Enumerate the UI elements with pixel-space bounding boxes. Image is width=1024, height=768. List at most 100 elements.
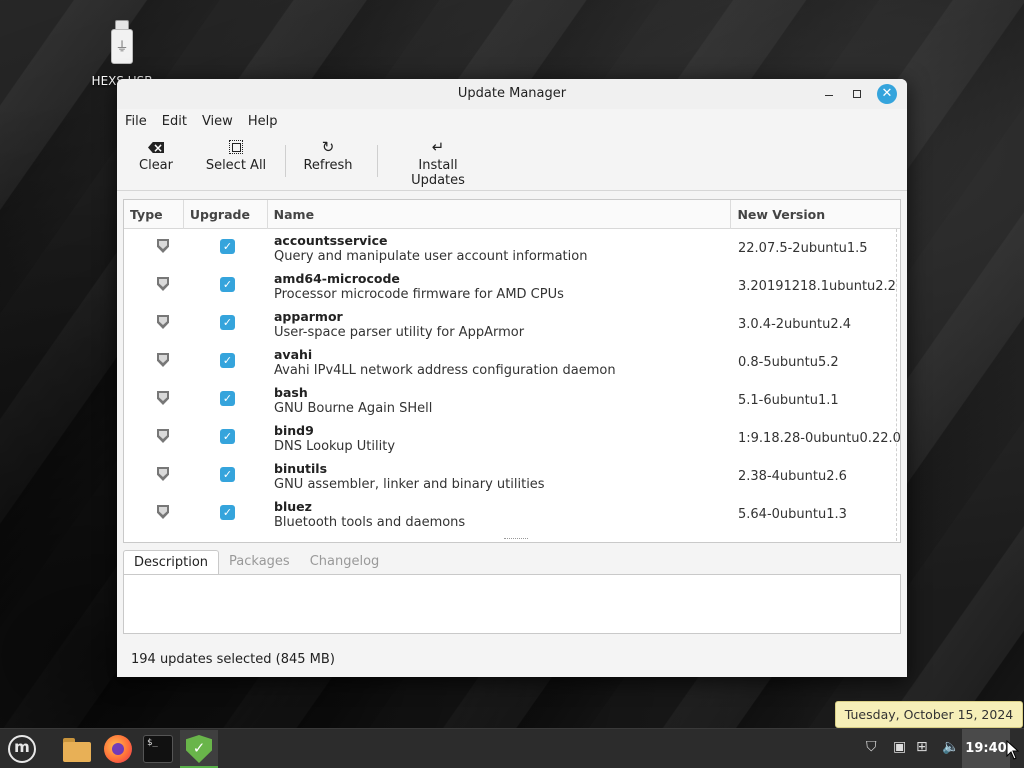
description-panel: [123, 574, 901, 634]
menu-file[interactable]: File: [125, 114, 147, 129]
security-shield-icon: [157, 277, 169, 291]
toolbar-separator: [285, 145, 286, 177]
package-version: 0.8-5ubuntu5.2: [738, 355, 839, 370]
package-name: bind9: [274, 423, 314, 438]
table-header: Type Upgrade Name New Version: [124, 200, 900, 229]
tab-changelog[interactable]: Changelog: [300, 550, 390, 575]
pane-resize-handle[interactable]: [504, 538, 528, 541]
backspace-icon: [148, 142, 164, 153]
select-all-label: Select All: [205, 158, 267, 173]
select-all-button[interactable]: Select All: [205, 137, 267, 173]
titlebar[interactable]: Update Manager ✕: [117, 79, 907, 109]
minimize-button[interactable]: [819, 84, 839, 104]
update-manager-taskbar-button[interactable]: [180, 730, 218, 768]
security-shield-icon: [157, 429, 169, 443]
column-name[interactable]: Name: [268, 200, 732, 229]
column-type[interactable]: Type: [124, 200, 184, 229]
tab-description[interactable]: Description: [123, 550, 220, 575]
upgrade-checkbox[interactable]: ✓: [220, 467, 235, 482]
taskbar: ⛉ ▣ ⊞ 🔈 19:40: [0, 728, 1024, 768]
table-row[interactable]: ✓ apparmor User-space parser utility for A…: [124, 305, 900, 343]
package-description: Bluetooth tools and daemons: [274, 515, 466, 530]
table-row[interactable]: ✓ accountsservice Query and manipulate use…: [124, 229, 900, 267]
tab-packages[interactable]: Packages: [219, 550, 300, 575]
column-new-version[interactable]: New Version: [731, 200, 900, 229]
package-version: 1:9.18.28-0ubuntu0.22.04.: [738, 431, 901, 446]
table-row[interactable]: ✓ avahi Avahi IPv4LL network address confi…: [124, 343, 900, 381]
package-name: apparmor: [274, 309, 343, 324]
package-description: Processor microcode firmware for AMD CPU…: [274, 287, 564, 302]
table-row[interactable]: ✓ bind9 DNS Lookup Utility 1:9.18.28-0ubunt…: [124, 419, 900, 457]
upgrade-checkbox[interactable]: ✓: [220, 315, 235, 330]
security-shield-icon: [157, 467, 169, 481]
update-manager-icon: [186, 735, 212, 763]
refresh-icon: ↻: [321, 138, 335, 156]
volume-tray-icon[interactable]: 🔈: [942, 739, 959, 755]
status-text: 194 updates selected (845 MB): [131, 652, 335, 667]
date-tooltip: Tuesday, October 15, 2024: [835, 701, 1023, 728]
close-button[interactable]: ✕: [877, 84, 897, 104]
upgrade-checkbox[interactable]: ✓: [220, 505, 235, 520]
network-tray-icon[interactable]: ⊞: [916, 739, 928, 755]
minimize-icon: [825, 95, 833, 96]
upgrade-checkbox[interactable]: ✓: [220, 239, 235, 254]
upgrade-checkbox[interactable]: ✓: [220, 277, 235, 292]
table-scrollbar[interactable]: [896, 229, 899, 541]
package-name: bash: [274, 385, 308, 400]
clipboard-tray-icon[interactable]: ▣: [893, 739, 906, 755]
mint-menu-icon[interactable]: [8, 735, 36, 763]
security-shield-icon: [157, 391, 169, 405]
files-icon[interactable]: [62, 734, 92, 764]
update-shield-tray-icon[interactable]: ⛉: [866, 739, 877, 755]
package-version: 3.20191218.1ubuntu2.2: [738, 279, 896, 294]
column-upgrade[interactable]: Upgrade: [184, 200, 268, 229]
package-version: 2.38-4ubuntu2.6: [738, 469, 847, 484]
table-row[interactable]: ✓ bluez Bluetooth tools and daemons 5.64-0u…: [124, 495, 900, 533]
package-version: 5.64-0ubuntu1.3: [738, 507, 847, 522]
mouse-cursor-icon: [1006, 740, 1020, 760]
upgrade-checkbox[interactable]: ✓: [220, 391, 235, 406]
package-description: DNS Lookup Utility: [274, 439, 396, 454]
security-shield-icon: [157, 353, 169, 367]
refresh-button[interactable]: ↻ Refresh: [303, 137, 353, 173]
install-updates-label: Install Updates: [411, 158, 465, 188]
upgrade-checkbox[interactable]: ✓: [220, 429, 235, 444]
package-description: Avahi IPv4LL network address configurati…: [274, 363, 616, 378]
updates-table: Type Upgrade Name New Version ✓ accountss…: [123, 199, 901, 543]
menu-view[interactable]: View: [202, 114, 233, 129]
package-version: 3.0.4-2ubuntu2.4: [738, 317, 852, 332]
package-name: bluez: [274, 499, 312, 514]
install-updates-button[interactable]: ↵ Install Updates: [391, 137, 485, 188]
clear-label: Clear: [139, 158, 173, 173]
terminal-icon[interactable]: [143, 735, 173, 763]
detail-tabs: Description Packages Changelog: [123, 550, 389, 575]
firefox-icon[interactable]: [104, 735, 132, 763]
close-icon: ✕: [881, 86, 893, 101]
table-row[interactable]: ✓ binutils GNU assembler, linker and binar…: [124, 457, 900, 495]
usb-drive-icon: ⏚: [111, 20, 133, 64]
install-arrow-icon: ↵: [431, 138, 445, 156]
package-name: accountsservice: [274, 233, 388, 248]
clear-button[interactable]: Clear: [139, 137, 173, 173]
package-name: amd64-microcode: [274, 271, 400, 286]
table-row[interactable]: ✓ amd64-microcode Processor microcode firm…: [124, 267, 900, 305]
toolbar-separator: [377, 145, 378, 177]
package-version: 22.07.5-2ubuntu1.5: [738, 241, 868, 256]
refresh-label: Refresh: [303, 158, 353, 173]
usb-drive-desktop-icon[interactable]: ⏚ HEXS USB: [86, 20, 158, 88]
security-shield-icon: [157, 315, 169, 329]
menu-help[interactable]: Help: [248, 114, 278, 129]
security-shield-icon: [157, 239, 169, 253]
maximize-button[interactable]: [847, 84, 867, 104]
upgrade-checkbox[interactable]: ✓: [220, 353, 235, 368]
menubar: File Edit View Help: [117, 109, 907, 133]
toolbar: Clear Select All ↻ Refresh ↵ Install Upd…: [117, 133, 907, 191]
package-name: avahi: [274, 347, 313, 362]
update-manager-window: Update Manager ✕ File Edit View Help Cle…: [117, 79, 907, 677]
package-description: User-space parser utility for AppArmor: [274, 325, 525, 340]
clock[interactable]: 19:40: [962, 729, 1010, 768]
table-body: ✓ accountsservice Query and manipulate use…: [124, 229, 900, 542]
table-row[interactable]: ✓ bash GNU Bourne Again SHell 5.1-6ubuntu1.…: [124, 381, 900, 419]
menu-edit[interactable]: Edit: [162, 114, 187, 129]
security-shield-icon: [157, 505, 169, 519]
